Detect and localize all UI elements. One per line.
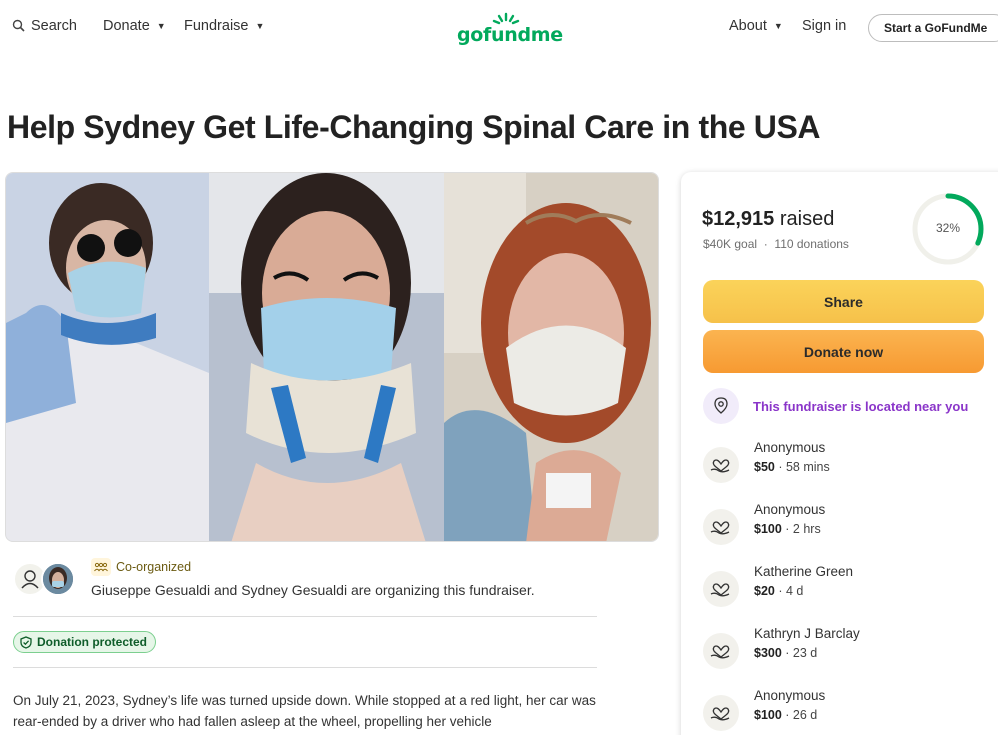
- divider: [13, 616, 597, 617]
- donation-meta: $50 · 58 mins: [754, 460, 830, 474]
- separator-dot: ·: [781, 646, 793, 660]
- donation-meta: $100 · 26 d: [754, 708, 817, 722]
- donation-protected-badge[interactable]: Donation protected: [13, 631, 156, 653]
- donor-name: Anonymous: [754, 688, 826, 703]
- donation-card: $12,915 raised $40K goal · 110 donations…: [681, 172, 998, 735]
- divider: [13, 667, 597, 668]
- location-pin-icon: [703, 388, 739, 424]
- people-icon: [91, 558, 111, 576]
- donation-amount: $300: [754, 646, 782, 660]
- donation-time: 23 d: [792, 646, 818, 660]
- donation-amount: $20: [754, 584, 775, 598]
- donation-time: 26 d: [792, 708, 818, 722]
- avatar-photo: [41, 562, 75, 596]
- avatar-photo-image: [43, 564, 73, 594]
- donation-meta: $100 · 2 hrs: [754, 522, 821, 536]
- progress-ring: 32%: [911, 192, 985, 266]
- heart-hand-icon: [703, 695, 739, 731]
- donation-count: 110 donations: [774, 237, 849, 251]
- campaign-photo[interactable]: [5, 172, 659, 542]
- nav-search[interactable]: Search: [12, 18, 77, 34]
- goal-amount: $40K goal: [703, 237, 758, 251]
- organizer-avatars: [13, 562, 79, 596]
- donation-amount: $50: [754, 460, 775, 474]
- share-label: Share: [824, 294, 863, 310]
- campaign-photo-collage: [6, 173, 658, 541]
- location-notice[interactable]: This fundraiser is located near you: [703, 388, 968, 424]
- nav-fundraise-menu[interactable]: Fundraise ▼: [184, 18, 264, 34]
- donation-meta: $20 · 4 d: [754, 584, 803, 598]
- nav-search-label: Search: [31, 18, 77, 34]
- nav-donate-label: Donate: [103, 18, 150, 34]
- separator-dot: ·: [774, 584, 786, 598]
- separator-dot: ·: [774, 460, 786, 474]
- story-text: On July 21, 2023, Sydney’s life was turn…: [13, 693, 596, 729]
- share-button[interactable]: Share: [703, 280, 984, 323]
- sign-in-link[interactable]: Sign in: [802, 18, 846, 34]
- donate-now-button[interactable]: Donate now: [703, 330, 984, 373]
- separator-dot: ·: [781, 522, 793, 536]
- nav-donate-menu[interactable]: Donate ▼: [103, 18, 166, 34]
- organizers-text[interactable]: Giuseppe Gesualdi and Sydney Gesualdi ar…: [91, 582, 535, 598]
- heart-hand-icon: [703, 447, 739, 483]
- donor-name: Anonymous: [754, 440, 826, 455]
- shield-icon: [20, 635, 32, 649]
- donation-time: 58 mins: [785, 460, 830, 474]
- start-gofundme-label: Start a GoFundMe: [884, 21, 988, 35]
- donation-meta: $300 · 23 d: [754, 646, 817, 660]
- nav-fundraise-label: Fundraise: [184, 18, 249, 34]
- caret-down-icon: ▼: [255, 21, 265, 31]
- goal-summary: $40K goal · 110 donations: [703, 237, 849, 251]
- nav-about-label: About: [729, 18, 767, 34]
- top-navigation: Search Donate ▼ Fundraise ▼ gofundme Abo…: [0, 0, 998, 56]
- separator-dot: ·: [760, 237, 772, 251]
- sign-in-label: Sign in: [802, 18, 847, 34]
- donor-name: Anonymous: [754, 502, 826, 517]
- progress-percent: 32%: [935, 221, 961, 235]
- donation-amount: $100: [754, 708, 782, 722]
- location-notice-text: This fundraiser is located near you: [753, 398, 969, 414]
- donation-time: 2 hrs: [792, 522, 821, 536]
- page-title: Help Sydney Get Life-Changing Spinal Car…: [7, 109, 821, 145]
- separator-dot: ·: [781, 708, 793, 722]
- donor-name: Katherine Green: [754, 564, 854, 579]
- search-icon: [12, 19, 25, 32]
- gofundme-logo[interactable]: gofundme: [456, 12, 563, 46]
- caret-down-icon: ▼: [773, 21, 783, 31]
- co-organized-label: Co-organized: [116, 560, 192, 574]
- donation-amount: $100: [754, 522, 782, 536]
- donation-time: 4 d: [785, 584, 804, 598]
- donate-now-label: Donate now: [803, 344, 884, 360]
- sun-logo-icon: [492, 12, 520, 25]
- raised-amount: $12,915: [702, 208, 775, 230]
- nav-about-menu[interactable]: About ▼: [729, 18, 783, 34]
- logo-wordmark: gofundme: [457, 24, 563, 46]
- heart-hand-icon: [703, 571, 739, 607]
- donation-protected-label: Donation protected: [37, 635, 147, 649]
- caret-down-icon: ▼: [156, 21, 166, 31]
- start-gofundme-button[interactable]: Start a GoFundMe: [868, 14, 998, 42]
- heart-hand-icon: [703, 509, 739, 545]
- amount-raised: $12,915 raised: [702, 208, 834, 231]
- donor-name: Kathryn J Barclay: [754, 626, 860, 641]
- heart-hand-icon: [703, 633, 739, 669]
- co-organized-tag: Co-organized: [91, 558, 191, 576]
- raised-suffix: raised: [779, 208, 835, 230]
